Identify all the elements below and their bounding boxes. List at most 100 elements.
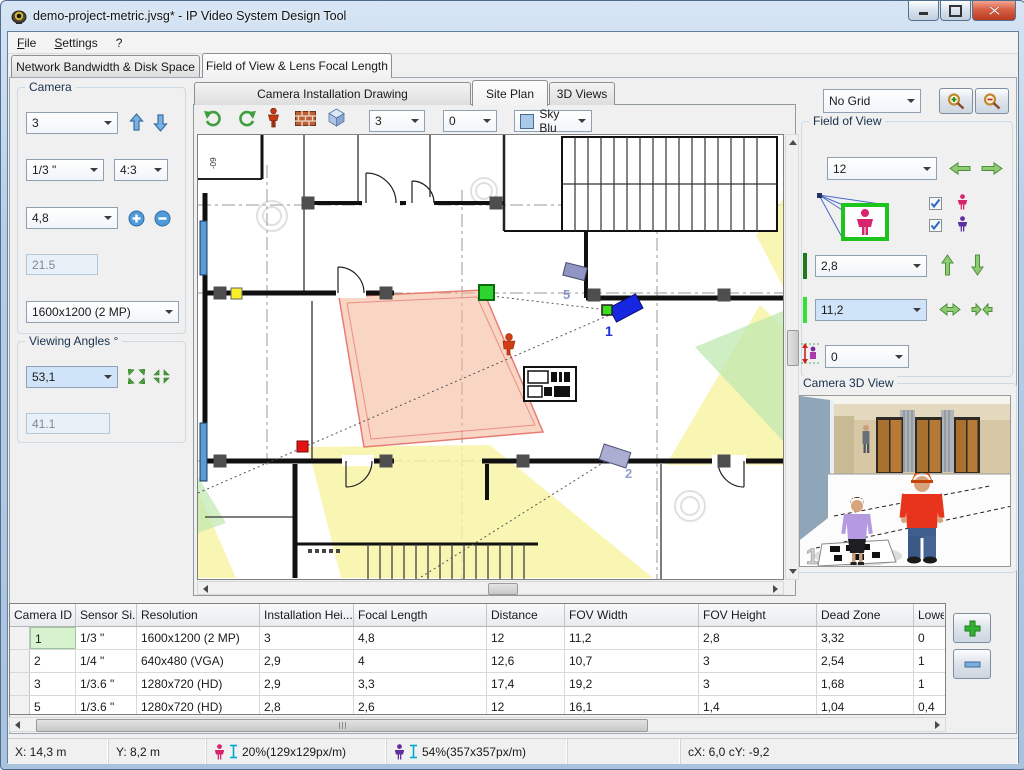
table-cell[interactable]: 1280x720 (HD) — [137, 696, 260, 715]
sensor-format-select[interactable]: 1/3 " — [26, 159, 104, 181]
table-cell[interactable]: 2,9 — [260, 673, 354, 695]
table-cell[interactable]: 1280x720 (HD) — [137, 673, 260, 695]
table-cell[interactable]: 3 — [30, 673, 76, 695]
table-cell[interactable]: 1 — [914, 650, 944, 672]
lower-height-button[interactable] — [153, 113, 168, 132]
table-cell[interactable]: 1 — [914, 673, 944, 695]
add-person-button[interactable] — [267, 108, 280, 128]
table-cell[interactable]: 2,9 — [260, 650, 354, 672]
tab-field-of-view[interactable]: Field of View & Lens Focal Length — [202, 53, 392, 78]
distance-decrease-button[interactable] — [949, 162, 971, 175]
installation-height-select[interactable]: 3 — [26, 112, 118, 134]
table-row[interactable]: 51/3.6 "1280x720 (HD)2,82,61216,11,41,04… — [10, 696, 945, 715]
col-installation-height[interactable]: Installation Hei... — [260, 604, 354, 626]
table-cell[interactable]: 12 — [487, 627, 565, 649]
resolution-select[interactable]: 1600x1200 (2 MP) — [26, 301, 179, 323]
tab-site-plan[interactable]: Site Plan — [472, 80, 548, 106]
maximize-button[interactable] — [940, 1, 971, 21]
table-cell[interactable]: 1 — [30, 627, 76, 649]
show-person1-checkbox[interactable] — [929, 197, 942, 210]
rotate-ccw-button[interactable] — [203, 110, 223, 128]
col-fov-height[interactable]: FOV Height — [699, 604, 817, 626]
table-cell[interactable]: 1,68 — [817, 673, 914, 695]
table-cell[interactable]: 16,1 — [565, 696, 699, 715]
horizontal-scroll-thumb[interactable] — [488, 583, 518, 595]
table-cell[interactable]: 12 — [487, 696, 565, 715]
table-cell[interactable]: 2,6 — [354, 696, 487, 715]
table-cell[interactable]: 0,4 — [914, 696, 944, 715]
table-cell[interactable]: 1/3.6 " — [76, 696, 137, 715]
focal-length-select[interactable]: 4,8 — [26, 207, 118, 229]
table-cell[interactable]: 12,6 — [487, 650, 565, 672]
table-cell[interactable]: 3,32 — [817, 627, 914, 649]
horizontal-angle-select[interactable]: 53,1 — [26, 366, 118, 388]
row-selector[interactable] — [10, 627, 30, 649]
fov-height-increase-button[interactable] — [941, 254, 954, 276]
fov-height-select[interactable]: 2,8 — [815, 255, 927, 277]
table-cell[interactable]: 3,3 — [354, 673, 487, 695]
raise-height-button[interactable] — [129, 113, 144, 132]
scroll-right-arrow[interactable] — [773, 585, 778, 593]
scroll-up-arrow[interactable] — [789, 140, 797, 145]
aspect-ratio-select[interactable]: 4:3 — [114, 159, 168, 181]
table-scroll-thumb[interactable] — [36, 719, 648, 732]
plan-vertical-scrollbar[interactable] — [785, 134, 799, 580]
table-cell[interactable]: 2 — [30, 650, 76, 672]
row-selector[interactable] — [10, 673, 30, 695]
menu-file[interactable]: File — [8, 33, 45, 53]
col-lower[interactable]: Lower — [914, 604, 944, 626]
add-box-button[interactable] — [327, 108, 346, 127]
col-fov-width[interactable]: FOV Width — [565, 604, 699, 626]
table-cell[interactable]: 3 — [699, 650, 817, 672]
row-selector[interactable] — [10, 650, 30, 672]
table-horizontal-scrollbar[interactable] — [9, 717, 946, 732]
vertical-scroll-thumb[interactable] — [787, 330, 799, 366]
fov-width-expand-button[interactable] — [939, 303, 961, 316]
table-row[interactable]: 11/3 "1600x1200 (2 MP)34,81211,22,83,320 — [10, 627, 945, 650]
zoom-in-button[interactable] — [939, 88, 973, 114]
show-person2-checkbox[interactable] — [929, 219, 942, 232]
lower-bound-select[interactable]: 0 — [825, 345, 909, 368]
widen-angle-button[interactable] — [128, 369, 145, 384]
tab-camera-installation-drawing[interactable]: Camera Installation Drawing — [194, 82, 471, 105]
narrow-angle-button[interactable] — [153, 369, 170, 384]
plan-horizontal-scrollbar[interactable] — [197, 581, 784, 595]
rotate-cw-button[interactable] — [237, 110, 257, 128]
table-cell[interactable]: 3 — [699, 673, 817, 695]
table-cell[interactable]: 1/4 " — [76, 650, 137, 672]
table-cell[interactable]: 5 — [30, 696, 76, 715]
col-dead-zone[interactable]: Dead Zone — [817, 604, 914, 626]
menu-help[interactable]: ? — [107, 33, 132, 53]
table-cell[interactable]: 1,04 — [817, 696, 914, 715]
distance-increase-button[interactable] — [981, 162, 1003, 175]
table-cell[interactable]: 10,7 — [565, 650, 699, 672]
scroll-down-arrow[interactable] — [789, 569, 797, 574]
remove-camera-button[interactable] — [953, 649, 991, 679]
table-cell[interactable]: 640x480 (VGA) — [137, 650, 260, 672]
fov-height-decrease-button[interactable] — [971, 254, 984, 276]
fov-width-shrink-button[interactable] — [971, 303, 993, 316]
fov-width-select[interactable]: 11,2 — [815, 299, 927, 321]
table-cell[interactable]: 0 — [914, 627, 944, 649]
scroll-left-arrow[interactable] — [203, 585, 208, 593]
table-cell[interactable]: 11,2 — [565, 627, 699, 649]
minimize-button[interactable] — [908, 1, 939, 21]
col-distance[interactable]: Distance — [487, 604, 565, 626]
table-row[interactable]: 31/3.6 "1280x720 (HD)2,93,317,419,231,68… — [10, 673, 945, 696]
col-sensor-size[interactable]: Sensor Si... — [76, 604, 137, 626]
table-cell[interactable]: 1,4 — [699, 696, 817, 715]
site-plan-canvas[interactable]: 5 1 2 -09 — [197, 134, 784, 580]
title-bar[interactable]: demo-project-metric.jvsg* - IP Video Sys… — [1, 1, 1024, 31]
focal-minus-button[interactable] — [154, 210, 171, 227]
scroll-right-arrow[interactable] — [935, 721, 940, 729]
grid-mode-select[interactable]: No Grid — [823, 89, 921, 113]
col-resolution[interactable]: Resolution — [137, 604, 260, 626]
scroll-left-arrow[interactable] — [15, 721, 20, 729]
table-cell[interactable]: 1/3.6 " — [76, 673, 137, 695]
table-cell[interactable]: 2,54 — [817, 650, 914, 672]
add-wall-button[interactable] — [295, 111, 316, 126]
add-camera-button[interactable] — [953, 613, 991, 643]
wall-color-select[interactable]: Sky Blu — [514, 110, 592, 132]
table-cell[interactable]: 1/3 " — [76, 627, 137, 649]
tab-network-bandwidth[interactable]: Network Bandwidth & Disk Space — [11, 55, 200, 77]
